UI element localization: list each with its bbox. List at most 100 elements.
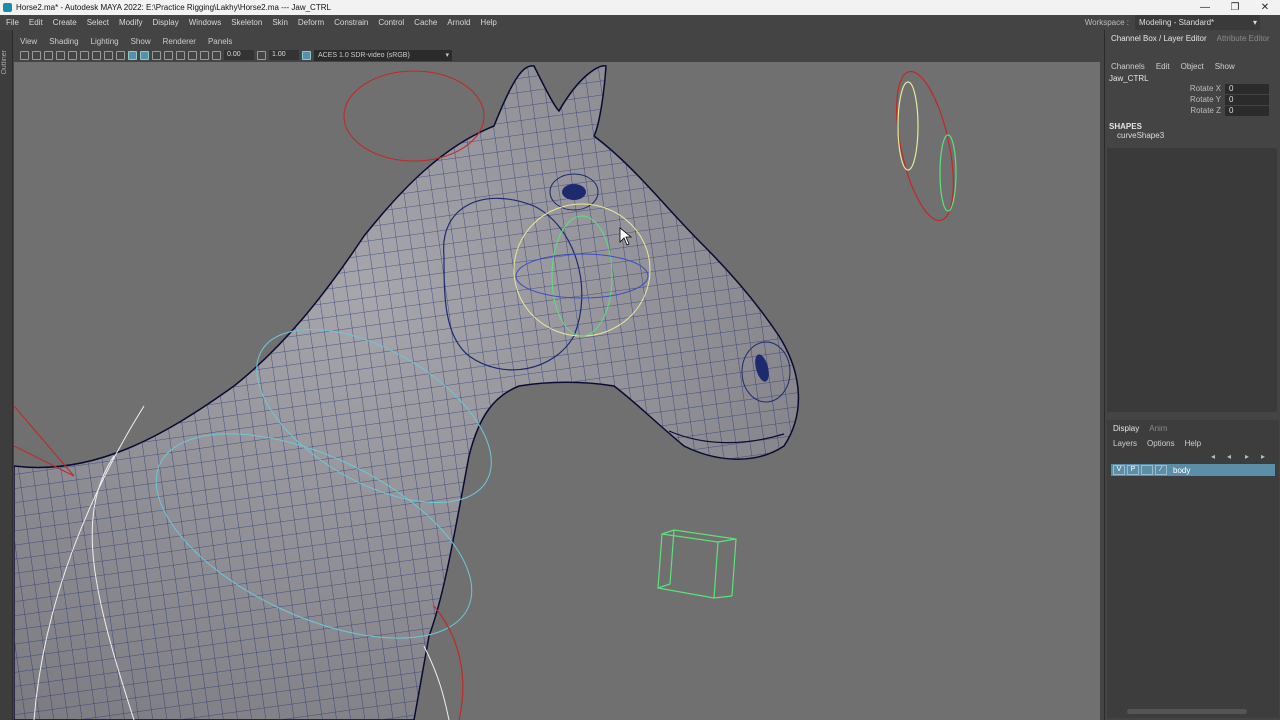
gamma-field[interactable]: 1.00 (269, 50, 299, 60)
tab-attribute-editor[interactable]: Attribute Editor (1217, 30, 1270, 48)
exposure-field[interactable]: 0.00 (224, 50, 254, 60)
leg-ctrl-red[interactable] (433, 605, 464, 720)
menu-select[interactable]: Select (87, 15, 109, 30)
color-space-dropdown[interactable]: ACES 1.0 SDR-video (sRGB) (314, 49, 452, 61)
ear-ctrl-yellow[interactable] (897, 81, 919, 171)
resolution-gate-icon[interactable] (104, 50, 113, 60)
leg-ctrl-white-3[interactable] (423, 645, 450, 720)
maximize-button[interactable]: ❐ (1220, 0, 1250, 15)
horse-wireframe (14, 65, 799, 720)
camera-attributes-icon[interactable] (32, 50, 41, 60)
attr-label: Rotate Y (1190, 95, 1221, 104)
lock-camera-icon[interactable] (68, 50, 77, 60)
menu-windows[interactable]: Windows (189, 15, 221, 30)
menu-control[interactable]: Control (378, 15, 404, 30)
layer-visibility-toggle[interactable]: V (1113, 465, 1125, 475)
tab-anim-layers[interactable]: Anim (1149, 420, 1167, 438)
cb-menu-show[interactable]: Show (1215, 60, 1235, 73)
menu-modify[interactable]: Modify (119, 15, 143, 30)
workspace-dropdown[interactable]: Modeling - Standard* (1135, 15, 1260, 30)
smooth-shade-icon[interactable] (140, 50, 149, 60)
panel-menu-lighting[interactable]: Lighting (91, 36, 119, 48)
exposure-icon[interactable] (212, 50, 221, 60)
tab-channel-box[interactable]: Channel Box / Layer Editor (1111, 30, 1207, 48)
attr-row-rotate-x[interactable]: Rotate X 0 (1105, 84, 1280, 94)
panel-menu-renderer[interactable]: Renderer (163, 36, 196, 48)
shapes-header: SHAPES (1109, 122, 1142, 131)
new-layer-icon[interactable]: ▸ (1245, 452, 1254, 461)
root-ctrl-cube[interactable] (657, 529, 737, 599)
attr-value-field[interactable]: 0 (1225, 95, 1269, 105)
workspace-label: Workspace : (1084, 18, 1129, 27)
attr-label: Rotate Z (1190, 106, 1221, 115)
workspace-selector: Workspace : Modeling - Standard* (1085, 15, 1260, 30)
layer-color-swatch[interactable]: ⁄ (1155, 465, 1167, 475)
isolate-select-icon[interactable] (188, 50, 197, 60)
lights-icon[interactable] (164, 50, 173, 60)
attr-row-rotate-z[interactable]: Rotate Z 0 (1105, 106, 1280, 116)
panel-menu-view[interactable]: View (20, 36, 37, 48)
bookmarks-icon[interactable] (44, 50, 53, 60)
textured-icon[interactable] (152, 50, 161, 60)
panel-menu-panels[interactable]: Panels (208, 36, 232, 48)
layer-row-body[interactable]: V P ⁄ body (1111, 464, 1275, 476)
horse-eye (562, 184, 586, 200)
gamma-icon[interactable] (257, 50, 266, 60)
layer-name[interactable]: body (1173, 466, 1190, 475)
menu-help[interactable]: Help (480, 15, 496, 30)
outliner-label: Outliner (1, 50, 8, 75)
wireframe-on-shaded-icon[interactable] (128, 50, 137, 60)
menu-deform[interactable]: Deform (298, 15, 324, 30)
color-management-icon[interactable] (302, 50, 311, 60)
outliner-collapsed-strip[interactable]: Outliner (0, 30, 13, 720)
spine-ctrl-red[interactable] (14, 405, 75, 477)
image-plane-icon[interactable] (56, 50, 65, 60)
cb-menu-channels[interactable]: Channels (1111, 60, 1145, 73)
menu-display[interactable]: Display (153, 15, 179, 30)
layer-menu-options[interactable]: Options (1147, 438, 1175, 450)
tab-display-layers[interactable]: Display (1113, 420, 1139, 438)
menu-arnold[interactable]: Arnold (447, 15, 470, 30)
cb-menu-edit[interactable]: Edit (1156, 60, 1170, 73)
attr-value-field[interactable]: 0 (1225, 106, 1269, 116)
safe-action-icon[interactable] (116, 50, 125, 60)
panel-menu-bar: View Shading Lighting Show Renderer Pane… (14, 36, 1100, 48)
select-camera-icon[interactable] (20, 50, 29, 60)
minimize-button[interactable]: — (1190, 0, 1220, 15)
menu-cache[interactable]: Cache (414, 15, 437, 30)
viewport-scene[interactable] (14, 36, 1100, 720)
menu-skin[interactable]: Skin (272, 15, 288, 30)
cb-menu-object[interactable]: Object (1181, 60, 1204, 73)
shadows-icon[interactable] (176, 50, 185, 60)
panel-menu-shading[interactable]: Shading (49, 36, 78, 48)
attr-label: Rotate X (1189, 84, 1221, 93)
layer-menu-layers[interactable]: Layers (1113, 438, 1137, 450)
attr-row-rotate-y[interactable]: Rotate Y 0 (1105, 95, 1280, 105)
xray-icon[interactable] (200, 50, 209, 60)
horse-mesh[interactable] (14, 65, 800, 720)
close-button[interactable]: ✕ (1250, 0, 1280, 15)
layer-editor: Display Anim Layers Options Help ◂ ◂ ▸ ▸… (1107, 420, 1279, 718)
menu-create[interactable]: Create (53, 15, 77, 30)
layer-menu-help[interactable]: Help (1185, 438, 1201, 450)
attr-value-field[interactable]: 0 (1225, 84, 1269, 94)
layer-display-type-toggle[interactable] (1141, 465, 1153, 475)
menu-constrain[interactable]: Constrain (334, 15, 368, 30)
new-layer-from-selection-icon[interactable]: ▸ (1261, 452, 1270, 461)
film-gate-icon[interactable] (92, 50, 101, 60)
move-layer-down-icon[interactable]: ◂ (1227, 452, 1236, 461)
viewport-3d[interactable] (14, 36, 1100, 720)
layer-horizontal-scrollbar[interactable] (1127, 709, 1247, 714)
panel-menu-show[interactable]: Show (131, 36, 151, 48)
shape-node-name[interactable]: curveShape3 (1105, 131, 1280, 140)
move-layer-up-icon[interactable]: ◂ (1211, 452, 1220, 461)
menu-edit[interactable]: Edit (29, 15, 43, 30)
menu-skeleton[interactable]: Skeleton (231, 15, 262, 30)
grid-icon[interactable] (80, 50, 89, 60)
selected-object-name[interactable]: Jaw_CTRL (1105, 74, 1280, 83)
ear-ctrl-red[interactable] (886, 67, 965, 226)
layer-playback-toggle[interactable]: P (1127, 465, 1139, 475)
menu-file[interactable]: File (6, 15, 19, 30)
channel-box-empty-area (1107, 148, 1277, 412)
window-title: Horse2.ma* - Autodesk MAYA 2022: E:\Prac… (16, 3, 331, 12)
